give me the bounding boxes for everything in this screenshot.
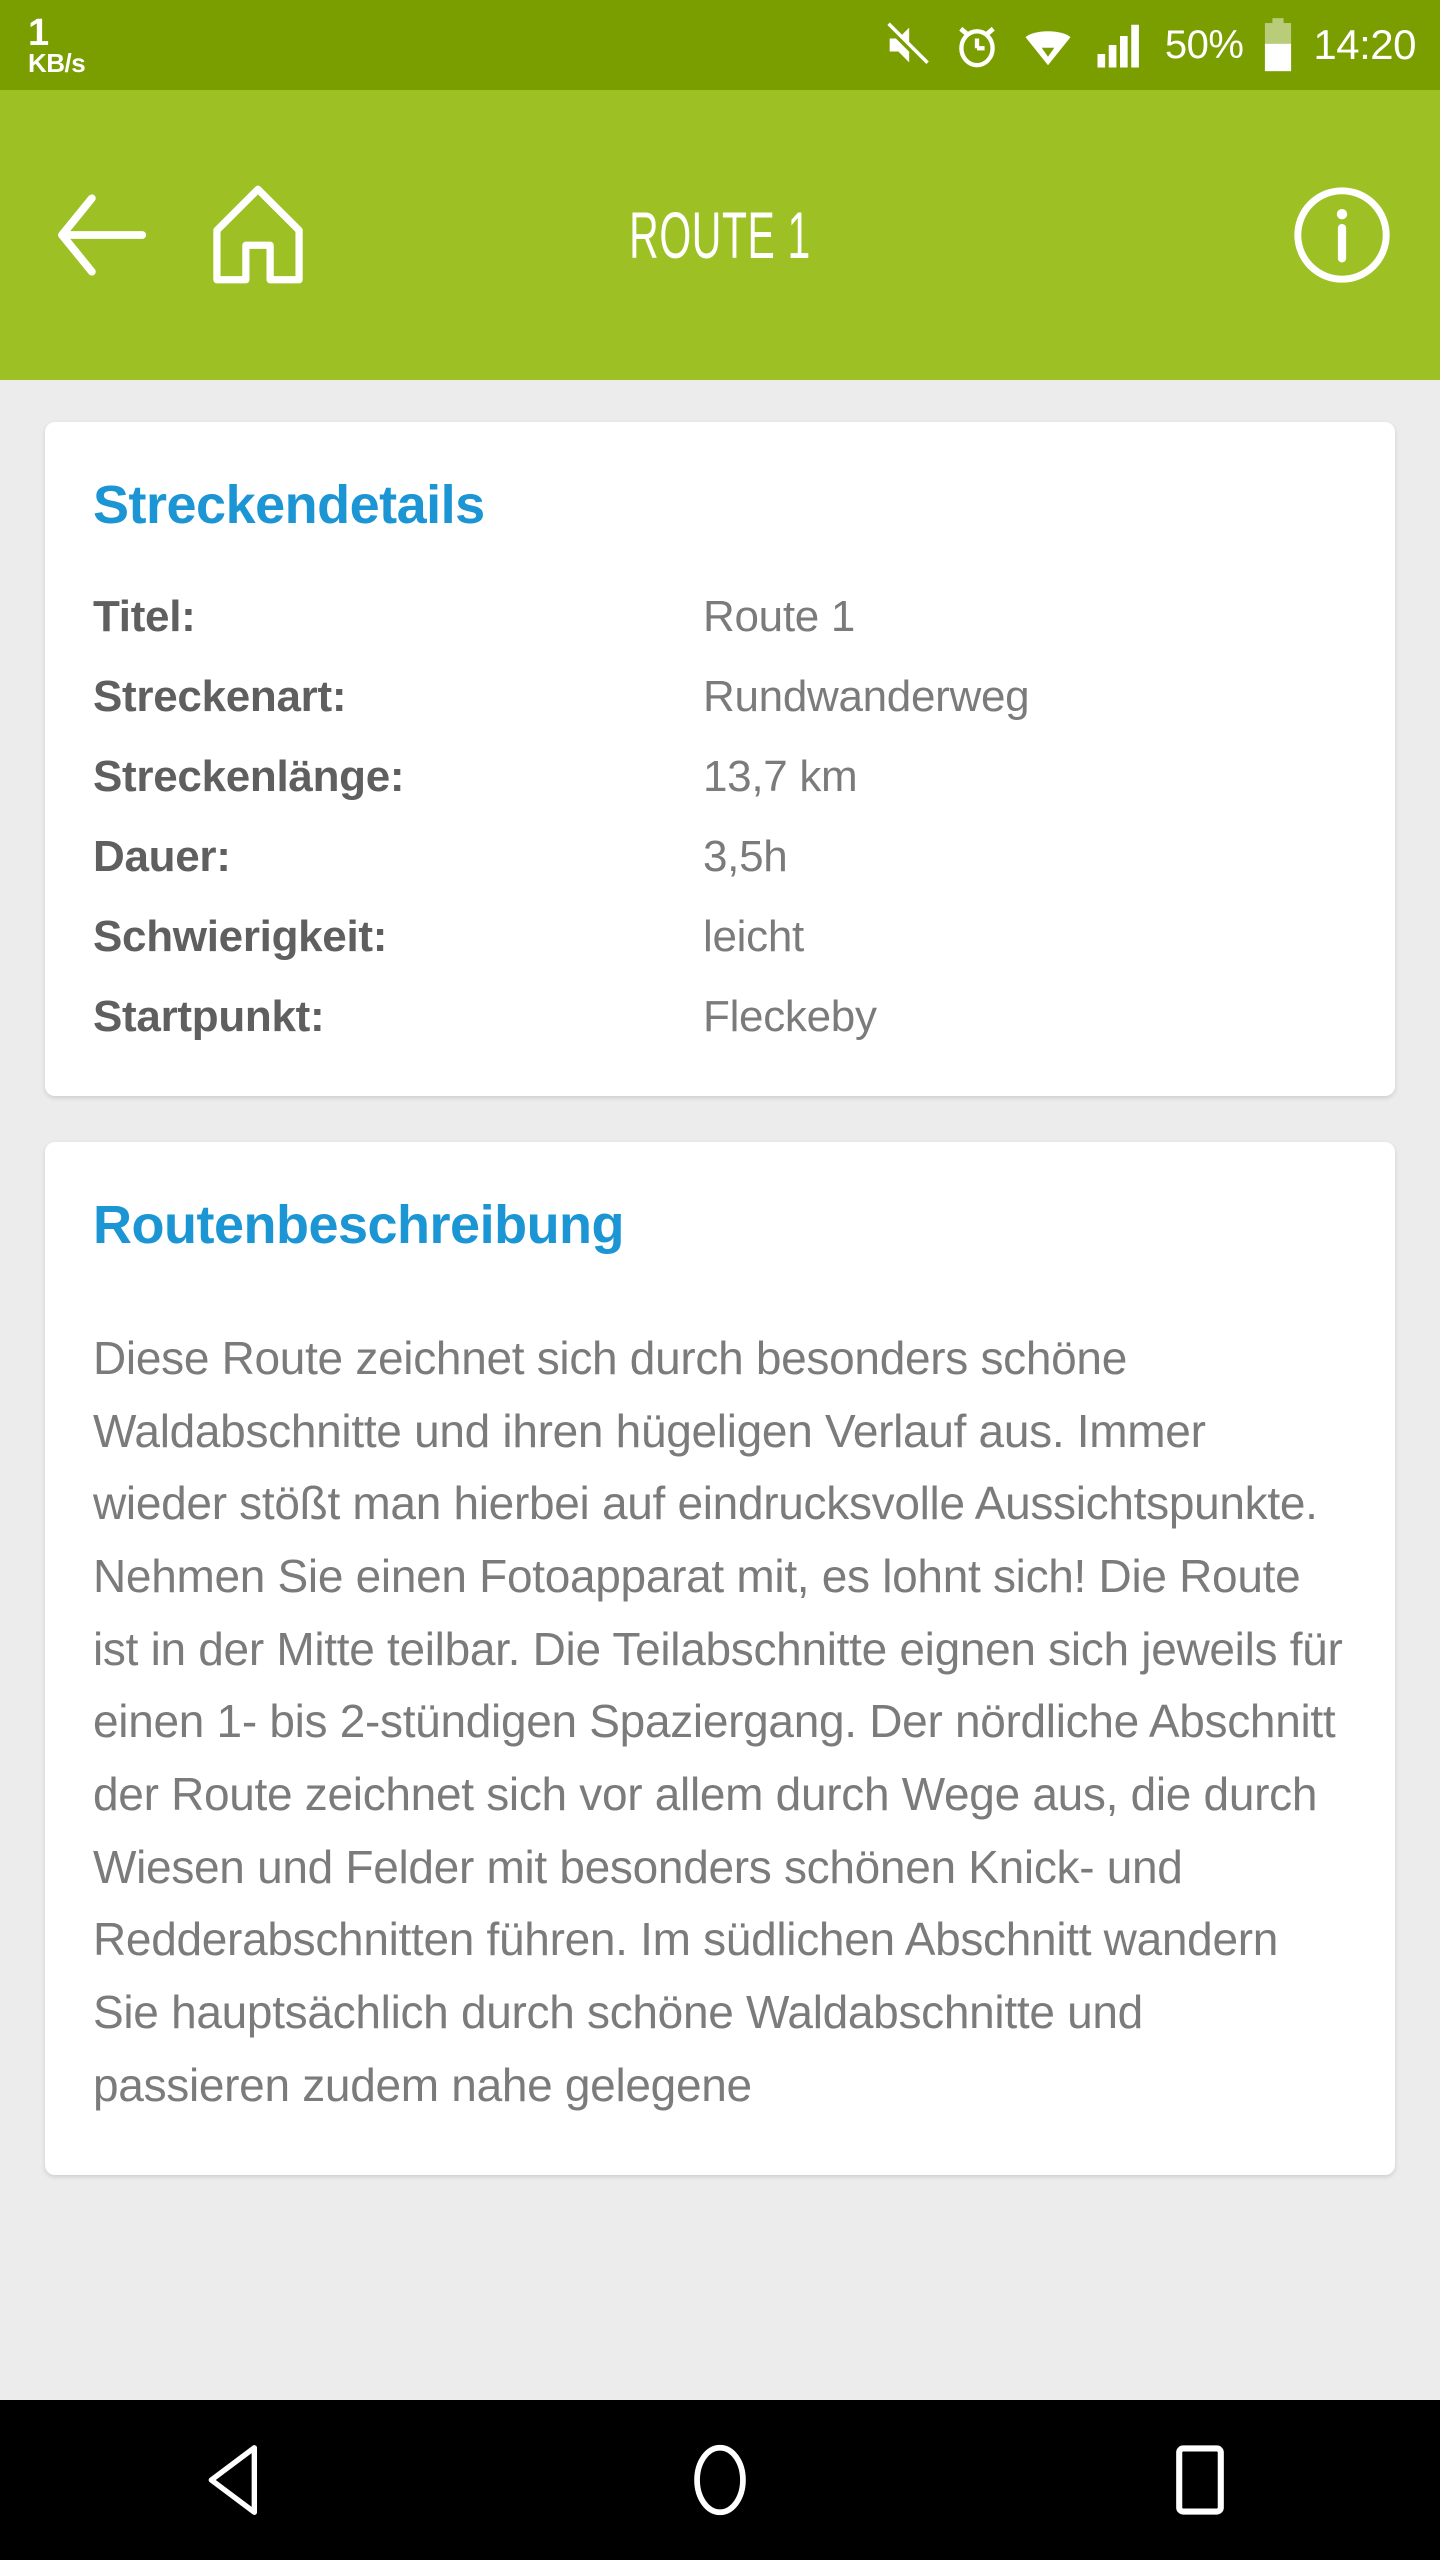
android-nav-bar (0, 2400, 1440, 2560)
route-description-title: Routenbeschreibung (93, 1195, 625, 1255)
detail-label: Dauer: (93, 832, 231, 881)
table-row: Startpunkt: Fleckeby (93, 992, 1347, 1042)
scroll-content[interactable]: Streckendetails Titel: Route 1 Streckena… (0, 380, 1440, 2560)
status-icons: 50% 14:20 (881, 17, 1416, 73)
route-details-title: Streckendetails (93, 475, 485, 535)
wifi-icon (1021, 18, 1075, 72)
table-row: Streckenlänge: 13,7 km (93, 752, 1347, 802)
back-arrow-icon[interactable] (46, 180, 156, 290)
header-right-actions (1290, 183, 1394, 287)
detail-label: Streckenart: (93, 672, 347, 721)
network-speed-value: 1 (28, 11, 49, 54)
network-speed-indicator: 1 KB/s (28, 11, 86, 78)
table-row: Dauer: 3,5h (93, 832, 1347, 882)
alarm-icon (951, 19, 1003, 71)
table-row: Titel: Route 1 (93, 592, 1347, 642)
route-details-card: Streckendetails Titel: Route 1 Streckena… (45, 422, 1395, 1096)
home-icon[interactable] (202, 179, 314, 291)
route-description-card: Routenbeschreibung Diese Route zeichnet … (45, 1142, 1395, 2176)
mute-icon (881, 19, 933, 71)
nav-recents-icon[interactable] (1100, 2400, 1300, 2560)
battery-icon (1261, 17, 1295, 73)
nav-home-icon[interactable] (620, 2400, 820, 2560)
status-bar: 1 KB/s 50% 14:20 (0, 0, 1440, 90)
detail-label: Schwierigkeit: (93, 912, 388, 961)
app-header: ROUTE 1 (0, 90, 1440, 380)
nav-back-icon[interactable] (140, 2400, 340, 2560)
signal-icon (1093, 18, 1147, 72)
table-row: Schwierigkeit: leicht (93, 912, 1347, 962)
route-description-text: Diese Route zeichnet sich durch besonder… (93, 1332, 1343, 2111)
detail-label: Titel: (93, 592, 196, 641)
detail-value: 3,5h (703, 832, 788, 881)
battery-percent-label: 50% (1164, 22, 1244, 67)
clock-label: 14:20 (1313, 21, 1416, 68)
detail-value: leicht (703, 912, 804, 961)
page-title: ROUTE 1 (629, 198, 811, 272)
info-icon[interactable] (1290, 183, 1394, 287)
detail-value: Route 1 (703, 592, 856, 641)
detail-label: Startpunkt: (93, 992, 325, 1041)
network-speed-unit: KB/s (28, 47, 86, 78)
detail-value: Rundwanderweg (703, 672, 1030, 721)
detail-label: Streckenlänge: (93, 752, 405, 801)
table-row: Streckenart: Rundwanderweg (93, 672, 1347, 722)
header-left-actions (46, 179, 314, 291)
detail-value: 13,7 km (703, 752, 858, 801)
detail-value: Fleckeby (703, 992, 877, 1041)
